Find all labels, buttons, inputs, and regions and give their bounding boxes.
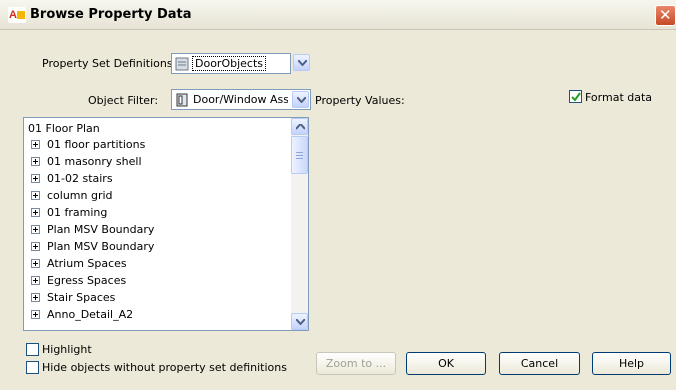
tree-item[interactable]: Stair Spaces (31, 291, 115, 307)
expand-icon[interactable] (31, 191, 40, 200)
tree-item[interactable]: Egress Spaces (31, 274, 126, 290)
help-button[interactable]: Help (592, 352, 671, 375)
zoom-to-button[interactable]: Zoom to ... (316, 352, 396, 375)
hide-objects-checkbox[interactable] (26, 361, 39, 374)
chevron-down-icon (293, 54, 310, 71)
highlight-label: Highlight (42, 343, 92, 356)
highlight-checkbox[interactable] (26, 343, 39, 356)
close-icon: ✕ (659, 6, 672, 24)
checkmark-icon (571, 92, 581, 102)
tree-scrollbar[interactable] (291, 118, 308, 330)
tree-item[interactable]: Atrium Spaces (31, 257, 127, 273)
expand-icon[interactable] (31, 225, 40, 234)
property-set-label: Property Set Definitions: (42, 57, 177, 70)
hide-objects-label: Hide objects without property set defini… (42, 361, 287, 374)
scroll-down-button[interactable] (291, 313, 308, 330)
tree-item[interactable]: Plan MSV Boundary (31, 240, 154, 256)
tree-item[interactable]: column grid (31, 189, 113, 205)
title-bar: A Browse Property Data ✕ (0, 0, 676, 30)
property-set-combobox[interactable]: DoorObjects (171, 53, 291, 74)
property-set-icon (175, 57, 189, 71)
expand-icon[interactable] (31, 208, 40, 217)
property-set-value: DoorObjects (191, 56, 267, 71)
expand-icon[interactable] (31, 293, 40, 302)
door-window-icon (176, 93, 188, 107)
tree-root[interactable]: 01 Floor Plan (28, 122, 100, 135)
expand-icon[interactable] (31, 140, 40, 149)
tree-item[interactable]: 01-02 stairs (31, 172, 113, 188)
expand-icon[interactable] (31, 157, 40, 166)
ok-button[interactable]: OK (406, 352, 486, 375)
window-title: Browse Property Data (30, 7, 192, 22)
cancel-button[interactable]: Cancel (499, 352, 580, 375)
object-filter-label: Object Filter: (88, 94, 159, 107)
property-set-dropdown-button[interactable] (292, 53, 311, 74)
expand-icon[interactable] (31, 242, 40, 251)
tree-item[interactable]: 01 framing (31, 206, 107, 222)
app-icon: A (8, 7, 26, 23)
scroll-up-button[interactable] (291, 118, 308, 135)
tree-item[interactable]: Plan MSV Boundary (31, 223, 154, 239)
expand-icon[interactable] (31, 174, 40, 183)
chevron-down-icon[interactable] (292, 91, 309, 108)
object-tree[interactable]: 01 Floor Plan 01 floor partitions 01 mas… (23, 117, 309, 331)
format-data-checkbox[interactable] (569, 90, 582, 103)
object-filter-combobox[interactable]: Door/Window Ass (171, 89, 311, 110)
property-values-label: Property Values: (315, 94, 405, 107)
expand-icon[interactable] (31, 310, 40, 319)
scroll-thumb[interactable] (291, 136, 308, 174)
format-data-label: Format data (585, 91, 653, 104)
svg-text:A: A (9, 9, 17, 21)
chevron-down-icon (296, 319, 305, 325)
tree-item[interactable]: 01 floor partitions (31, 138, 145, 154)
close-button[interactable]: ✕ (655, 5, 676, 26)
chevron-up-icon (296, 124, 305, 130)
tree-item[interactable]: Anno_Detail_A2 (31, 308, 133, 324)
tree-item[interactable]: 01 masonry shell (31, 155, 142, 171)
expand-icon[interactable] (31, 276, 40, 285)
object-filter-value: Door/Window Ass (193, 93, 288, 106)
expand-icon[interactable] (31, 259, 40, 268)
